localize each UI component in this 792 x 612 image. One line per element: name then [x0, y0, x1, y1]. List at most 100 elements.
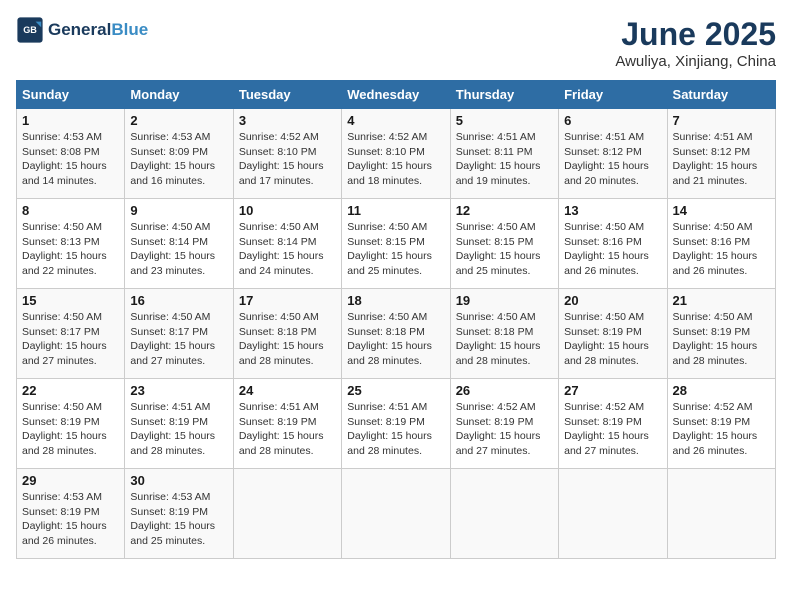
day-number: 22: [22, 383, 119, 398]
day-info: Sunrise: 4:52 AM Sunset: 8:19 PM Dayligh…: [564, 400, 661, 459]
day-info: Sunrise: 4:50 AM Sunset: 8:19 PM Dayligh…: [673, 310, 770, 369]
location-title: Awuliya, Xinjiang, China: [615, 53, 776, 70]
day-cell-12: 12 Sunrise: 4:50 AM Sunset: 8:15 PM Dayl…: [450, 199, 558, 289]
day-cell-22: 22 Sunrise: 4:50 AM Sunset: 8:19 PM Dayl…: [17, 379, 125, 469]
day-cell-29: 29 Sunrise: 4:53 AM Sunset: 8:19 PM Dayl…: [17, 469, 125, 559]
day-info: Sunrise: 4:50 AM Sunset: 8:19 PM Dayligh…: [22, 400, 119, 459]
day-info: Sunrise: 4:51 AM Sunset: 8:19 PM Dayligh…: [130, 400, 227, 459]
day-number: 18: [347, 293, 444, 308]
day-info: Sunrise: 4:50 AM Sunset: 8:18 PM Dayligh…: [347, 310, 444, 369]
calendar-week-3: 15 Sunrise: 4:50 AM Sunset: 8:17 PM Dayl…: [17, 289, 776, 379]
day-number: 5: [456, 113, 553, 128]
day-cell-11: 11 Sunrise: 4:50 AM Sunset: 8:15 PM Dayl…: [342, 199, 450, 289]
day-cell-6: 6 Sunrise: 4:51 AM Sunset: 8:12 PM Dayli…: [559, 109, 667, 199]
day-cell-23: 23 Sunrise: 4:51 AM Sunset: 8:19 PM Dayl…: [125, 379, 233, 469]
day-cell-5: 5 Sunrise: 4:51 AM Sunset: 8:11 PM Dayli…: [450, 109, 558, 199]
calendar-table: SundayMondayTuesdayWednesdayThursdayFrid…: [16, 80, 776, 559]
day-number: 21: [673, 293, 770, 308]
day-info: Sunrise: 4:53 AM Sunset: 8:19 PM Dayligh…: [130, 490, 227, 549]
day-number: 15: [22, 293, 119, 308]
day-cell-7: 7 Sunrise: 4:51 AM Sunset: 8:12 PM Dayli…: [667, 109, 775, 199]
svg-text:GB: GB: [23, 25, 37, 35]
calendar-week-1: 1 Sunrise: 4:53 AM Sunset: 8:08 PM Dayli…: [17, 109, 776, 199]
day-info: Sunrise: 4:50 AM Sunset: 8:14 PM Dayligh…: [130, 220, 227, 279]
calendar-week-2: 8 Sunrise: 4:50 AM Sunset: 8:13 PM Dayli…: [17, 199, 776, 289]
day-cell-8: 8 Sunrise: 4:50 AM Sunset: 8:13 PM Dayli…: [17, 199, 125, 289]
day-info: Sunrise: 4:50 AM Sunset: 8:18 PM Dayligh…: [456, 310, 553, 369]
weekday-header-wednesday: Wednesday: [342, 81, 450, 109]
day-number: 19: [456, 293, 553, 308]
day-cell-21: 21 Sunrise: 4:50 AM Sunset: 8:19 PM Dayl…: [667, 289, 775, 379]
day-info: Sunrise: 4:52 AM Sunset: 8:10 PM Dayligh…: [347, 130, 444, 189]
day-number: 26: [456, 383, 553, 398]
calendar-week-5: 29 Sunrise: 4:53 AM Sunset: 8:19 PM Dayl…: [17, 469, 776, 559]
day-info: Sunrise: 4:50 AM Sunset: 8:14 PM Dayligh…: [239, 220, 336, 279]
day-cell-4: 4 Sunrise: 4:52 AM Sunset: 8:10 PM Dayli…: [342, 109, 450, 199]
day-number: 2: [130, 113, 227, 128]
logo-line1: General: [48, 20, 111, 39]
day-cell-15: 15 Sunrise: 4:50 AM Sunset: 8:17 PM Dayl…: [17, 289, 125, 379]
title-area: June 2025 Awuliya, Xinjiang, China: [615, 16, 776, 70]
day-cell-19: 19 Sunrise: 4:50 AM Sunset: 8:18 PM Dayl…: [450, 289, 558, 379]
empty-cell: [450, 469, 558, 559]
day-number: 29: [22, 473, 119, 488]
day-cell-1: 1 Sunrise: 4:53 AM Sunset: 8:08 PM Dayli…: [17, 109, 125, 199]
logo: GB GeneralBlue: [16, 16, 148, 44]
day-number: 13: [564, 203, 661, 218]
day-info: Sunrise: 4:51 AM Sunset: 8:19 PM Dayligh…: [347, 400, 444, 459]
day-cell-25: 25 Sunrise: 4:51 AM Sunset: 8:19 PM Dayl…: [342, 379, 450, 469]
logo-icon: GB: [16, 16, 44, 44]
day-cell-3: 3 Sunrise: 4:52 AM Sunset: 8:10 PM Dayli…: [233, 109, 341, 199]
weekday-header-saturday: Saturday: [667, 81, 775, 109]
empty-cell: [342, 469, 450, 559]
day-number: 6: [564, 113, 661, 128]
day-info: Sunrise: 4:51 AM Sunset: 8:19 PM Dayligh…: [239, 400, 336, 459]
weekday-header-friday: Friday: [559, 81, 667, 109]
day-number: 4: [347, 113, 444, 128]
day-cell-26: 26 Sunrise: 4:52 AM Sunset: 8:19 PM Dayl…: [450, 379, 558, 469]
day-number: 23: [130, 383, 227, 398]
day-info: Sunrise: 4:51 AM Sunset: 8:12 PM Dayligh…: [564, 130, 661, 189]
logo-text: GeneralBlue: [48, 20, 148, 40]
day-info: Sunrise: 4:51 AM Sunset: 8:12 PM Dayligh…: [673, 130, 770, 189]
day-cell-10: 10 Sunrise: 4:50 AM Sunset: 8:14 PM Dayl…: [233, 199, 341, 289]
month-title: June 2025: [615, 16, 776, 53]
day-number: 28: [673, 383, 770, 398]
day-info: Sunrise: 4:53 AM Sunset: 8:08 PM Dayligh…: [22, 130, 119, 189]
day-cell-20: 20 Sunrise: 4:50 AM Sunset: 8:19 PM Dayl…: [559, 289, 667, 379]
day-cell-27: 27 Sunrise: 4:52 AM Sunset: 8:19 PM Dayl…: [559, 379, 667, 469]
day-number: 8: [22, 203, 119, 218]
logo-line2: Blue: [111, 20, 148, 39]
day-number: 12: [456, 203, 553, 218]
day-number: 3: [239, 113, 336, 128]
day-info: Sunrise: 4:52 AM Sunset: 8:10 PM Dayligh…: [239, 130, 336, 189]
day-number: 20: [564, 293, 661, 308]
day-number: 9: [130, 203, 227, 218]
calendar-week-4: 22 Sunrise: 4:50 AM Sunset: 8:19 PM Dayl…: [17, 379, 776, 469]
day-number: 11: [347, 203, 444, 218]
day-number: 16: [130, 293, 227, 308]
day-number: 24: [239, 383, 336, 398]
weekday-header-monday: Monday: [125, 81, 233, 109]
day-info: Sunrise: 4:51 AM Sunset: 8:11 PM Dayligh…: [456, 130, 553, 189]
day-info: Sunrise: 4:50 AM Sunset: 8:13 PM Dayligh…: [22, 220, 119, 279]
day-cell-14: 14 Sunrise: 4:50 AM Sunset: 8:16 PM Dayl…: [667, 199, 775, 289]
day-info: Sunrise: 4:53 AM Sunset: 8:09 PM Dayligh…: [130, 130, 227, 189]
day-number: 27: [564, 383, 661, 398]
day-number: 17: [239, 293, 336, 308]
day-info: Sunrise: 4:50 AM Sunset: 8:15 PM Dayligh…: [347, 220, 444, 279]
day-number: 25: [347, 383, 444, 398]
day-info: Sunrise: 4:50 AM Sunset: 8:17 PM Dayligh…: [22, 310, 119, 369]
day-info: Sunrise: 4:52 AM Sunset: 8:19 PM Dayligh…: [673, 400, 770, 459]
page-header: GB GeneralBlue June 2025 Awuliya, Xinjia…: [16, 16, 776, 70]
day-number: 30: [130, 473, 227, 488]
day-number: 1: [22, 113, 119, 128]
day-info: Sunrise: 4:52 AM Sunset: 8:19 PM Dayligh…: [456, 400, 553, 459]
day-cell-17: 17 Sunrise: 4:50 AM Sunset: 8:18 PM Dayl…: [233, 289, 341, 379]
day-cell-9: 9 Sunrise: 4:50 AM Sunset: 8:14 PM Dayli…: [125, 199, 233, 289]
empty-cell: [559, 469, 667, 559]
day-cell-28: 28 Sunrise: 4:52 AM Sunset: 8:19 PM Dayl…: [667, 379, 775, 469]
day-number: 10: [239, 203, 336, 218]
day-cell-30: 30 Sunrise: 4:53 AM Sunset: 8:19 PM Dayl…: [125, 469, 233, 559]
day-cell-24: 24 Sunrise: 4:51 AM Sunset: 8:19 PM Dayl…: [233, 379, 341, 469]
